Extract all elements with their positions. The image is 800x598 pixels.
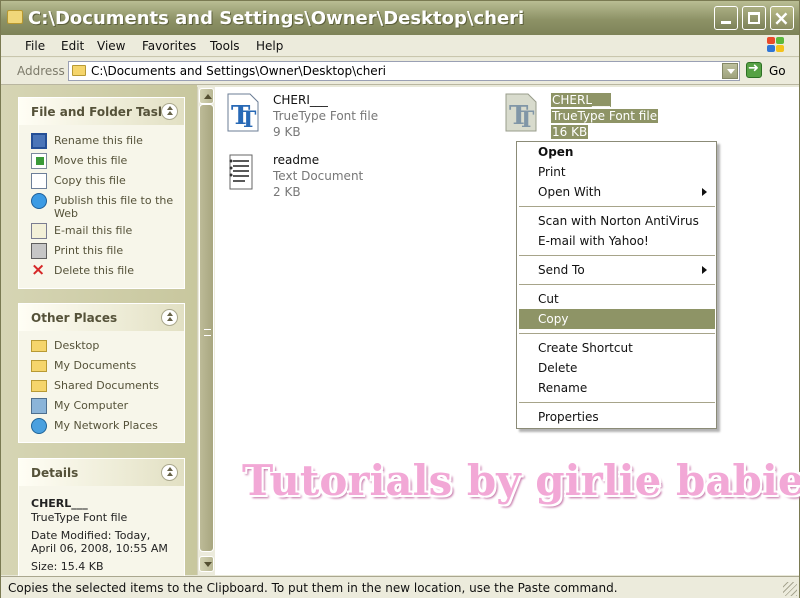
go-arrow-icon [746, 61, 762, 78]
address-path[interactable]: C:\Documents and Settings\Owner\Desktop\… [91, 64, 386, 78]
printer-icon [31, 243, 47, 259]
scroll-up-button[interactable] [199, 88, 214, 104]
folder-icon [72, 65, 86, 76]
context-properties[interactable]: Properties [519, 407, 715, 427]
go-button[interactable]: Go [745, 61, 797, 80]
status-text: Copies the selected items to the Clipboa… [8, 581, 618, 595]
menu-separator [519, 333, 715, 334]
explorer-window: C:\Documents and Settings\Owner\Desktop\… [0, 0, 800, 598]
windows-logo-icon [767, 37, 785, 53]
file-context-menu: Open Print Open With Scan with Norton An… [516, 141, 717, 429]
collapse-icon[interactable] [161, 464, 178, 481]
menu-separator [519, 255, 715, 256]
context-print[interactable]: Print [519, 162, 715, 182]
close-button[interactable]: × [770, 6, 794, 30]
address-field[interactable]: C:\Documents and Settings\Owner\Desktop\… [68, 61, 740, 81]
move-icon [31, 153, 47, 169]
folder-icon [31, 380, 47, 392]
panel-title: Other Places [31, 311, 118, 325]
maximize-icon [748, 12, 760, 24]
tutorial-watermark: Tutorials by girlie babie [242, 456, 800, 505]
text-document-icon [225, 153, 261, 193]
menu-separator [519, 284, 715, 285]
context-create-shortcut[interactable]: Create Shortcut [519, 338, 715, 358]
scroll-down-button[interactable] [199, 556, 214, 572]
globe-icon [31, 193, 47, 209]
folder-icon [31, 340, 47, 352]
delete-x-icon: × [31, 260, 46, 280]
menu-bar: File Edit View Favorites Tools Help [1, 35, 799, 57]
collapse-icon[interactable] [161, 103, 178, 120]
address-label: Address [17, 64, 65, 78]
detail-size: Size: 15.4 KB [31, 560, 104, 573]
panel-header[interactable]: Other Places [19, 304, 184, 331]
grip-icon [204, 329, 211, 336]
panel-title: File and Folder Tasks [31, 105, 174, 119]
go-label: Go [769, 64, 786, 78]
context-open-with[interactable]: Open With [519, 182, 715, 202]
svg-text:T: T [518, 107, 535, 133]
menu-view[interactable]: View [97, 39, 125, 53]
menu-file[interactable]: File [25, 39, 45, 53]
context-norton-scan[interactable]: Scan with Norton AntiVirus [519, 211, 715, 231]
title-bar[interactable]: C:\Documents and Settings\Owner\Desktop\… [1, 1, 799, 35]
submenu-arrow-icon [702, 266, 707, 274]
address-dropdown-button[interactable] [722, 63, 738, 79]
file-size: 16 KB [551, 125, 589, 139]
context-open[interactable]: Open [519, 142, 715, 162]
detail-date-modified: Date Modified: Today, April 06, 2008, 10… [31, 529, 168, 555]
file-size: 9 KB [273, 125, 301, 139]
menu-favorites[interactable]: Favorites [142, 39, 196, 53]
menu-edit[interactable]: Edit [61, 39, 84, 53]
file-type: Text Document [273, 169, 364, 183]
submenu-arrow-icon [702, 188, 707, 196]
file-name[interactable]: readme [273, 153, 319, 167]
svg-text:T: T [240, 107, 257, 133]
folder-icon [7, 10, 23, 24]
panel-title: Details [31, 466, 79, 480]
rename-icon [31, 133, 47, 149]
scroll-thumb[interactable] [199, 104, 214, 552]
resize-grip-icon[interactable] [783, 582, 797, 596]
details-panel: Details CHERL___ TrueType Font file Date… [18, 458, 185, 578]
close-icon: × [773, 6, 790, 30]
minimize-button[interactable] [714, 6, 738, 30]
address-bar: Address C:\Documents and Settings\Owner\… [1, 58, 799, 85]
menu-separator [519, 402, 715, 403]
window-title: C:\Documents and Settings\Owner\Desktop\… [28, 8, 525, 29]
file-size: 2 KB [273, 185, 301, 199]
other-places-panel: Other Places Desktop My Documents Shared… [18, 303, 185, 443]
truetype-font-icon: TT [225, 93, 261, 133]
panel-header[interactable]: File and Folder Tasks [19, 98, 184, 125]
menu-separator [519, 206, 715, 207]
context-email-yahoo[interactable]: E-mail with Yahoo! [519, 231, 715, 251]
context-copy[interactable]: Copy [519, 309, 715, 329]
detail-file-name: CHERL___ [31, 497, 88, 510]
context-cut[interactable]: Cut [519, 289, 715, 309]
collapse-icon[interactable] [161, 309, 178, 326]
context-send-to[interactable]: Send To [519, 260, 715, 280]
file-name[interactable]: CHERL___ [551, 93, 612, 107]
maximize-button[interactable] [742, 6, 766, 30]
file-folder-tasks-panel: File and Folder Tasks Rename this file M… [18, 97, 185, 289]
menu-tools[interactable]: Tools [210, 39, 240, 53]
computer-icon [31, 398, 47, 414]
menu-help[interactable]: Help [256, 39, 283, 53]
minimize-icon [721, 21, 731, 24]
copy-icon [31, 173, 47, 189]
file-name[interactable]: CHERI___ [273, 93, 328, 107]
context-rename[interactable]: Rename [519, 378, 715, 398]
network-icon [31, 418, 47, 434]
task-pane: File and Folder Tasks Rename this file M… [1, 85, 197, 578]
email-icon [31, 223, 47, 239]
folder-icon [31, 360, 47, 372]
file-type: TrueType Font file [273, 109, 379, 123]
context-delete[interactable]: Delete [519, 358, 715, 378]
panel-header[interactable]: Details [19, 459, 184, 486]
detail-file-type: TrueType Font file [31, 511, 128, 524]
file-type: TrueType Font file [551, 109, 659, 123]
truetype-font-icon: TT [503, 93, 539, 133]
status-bar: Copies the selected items to the Clipboa… [1, 576, 799, 598]
task-pane-scrollbar[interactable] [197, 87, 215, 575]
